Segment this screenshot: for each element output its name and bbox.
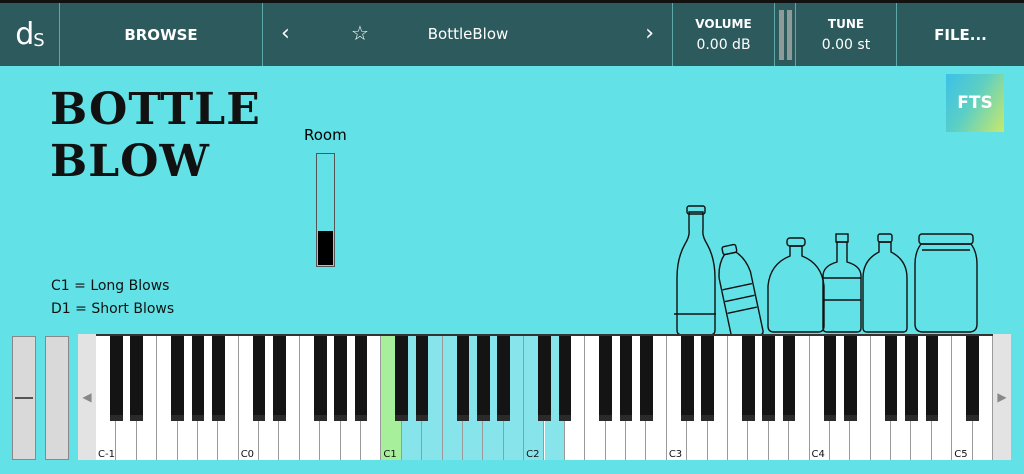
black-key[interactable] [273, 336, 286, 421]
black-key[interactable] [477, 336, 490, 421]
black-key[interactable] [905, 336, 918, 421]
room-slider-fill [318, 231, 333, 265]
black-key[interactable] [843, 336, 857, 421]
room-label: Room [304, 126, 347, 144]
black-key[interactable] [415, 336, 429, 421]
tune-label: TUNE [827, 16, 865, 31]
fts-badge[interactable]: FTS [946, 74, 1004, 132]
black-key[interactable] [211, 336, 225, 421]
volume-control[interactable]: VOLUME 0.00 dB [673, 3, 775, 66]
scroll-left-icon[interactable]: ◀ [78, 334, 96, 460]
logo-sub: S [33, 30, 44, 51]
black-key[interactable] [762, 336, 776, 421]
black-key[interactable] [110, 336, 123, 421]
black-key[interactable] [884, 336, 898, 421]
level-meter [775, 3, 796, 66]
octave-label: C0 [240, 449, 255, 460]
title-line-2: BLOW [50, 136, 210, 187]
black-key[interactable] [313, 336, 327, 421]
octave-label: C3 [668, 449, 683, 460]
black-key[interactable] [925, 336, 939, 421]
tune-value[interactable]: 0.00 st [822, 37, 870, 53]
legend-line-1: C1 = Long Blows [51, 278, 170, 294]
black-key[interactable] [395, 336, 409, 421]
preset-name[interactable]: BottleBlow [263, 25, 673, 43]
instrument-panel: BOTTLE BLOW Room C1 = Long Blows D1 = Sh… [0, 66, 1024, 474]
octave-label: C4 [811, 449, 825, 460]
chevron-right-icon[interactable]: › [645, 21, 654, 46]
key-legend: C1 = Long Blows D1 = Short Blows [51, 275, 174, 321]
keyboard-area: ◀ C-1 C0 C1 C2 C3 C4 C5 ▶ [10, 334, 1024, 462]
browse-label: BROWSE [124, 25, 198, 44]
logo-main: d [15, 17, 34, 52]
preset-selector: ‹ ☆ BottleBlow › [263, 3, 673, 66]
black-key[interactable] [191, 336, 205, 421]
file-menu-button[interactable]: FILE... [897, 3, 1024, 66]
legend-line-2: D1 = Short Blows [51, 301, 175, 317]
file-label: FILE... [934, 25, 987, 44]
black-key[interactable] [558, 336, 572, 421]
black-key[interactable] [782, 336, 796, 421]
octave-label: C-1 [98, 449, 115, 460]
volume-value[interactable]: 0.00 dB [696, 37, 750, 53]
black-key[interactable] [354, 336, 368, 421]
black-key[interactable] [619, 336, 633, 421]
logo[interactable]: dS [0, 3, 60, 66]
top-bar: dS BROWSE ‹ ☆ BottleBlow › VOLUME 0.00 d… [0, 0, 1024, 66]
black-key[interactable] [680, 336, 694, 421]
meter-bar-right [786, 9, 792, 60]
black-key[interactable] [497, 336, 511, 421]
instrument-title: BOTTLE BLOW [50, 84, 261, 188]
fts-badge-label: FTS [957, 93, 993, 113]
volume-label: VOLUME [695, 16, 752, 31]
octave-label: C1 [383, 449, 397, 460]
meter-bar-left [778, 9, 784, 60]
black-key[interactable] [171, 336, 184, 421]
black-key[interactable] [823, 336, 837, 421]
black-key[interactable] [966, 336, 979, 421]
tune-control[interactable]: TUNE 0.00 st [796, 3, 897, 66]
black-key[interactable] [538, 336, 551, 421]
room-slider[interactable] [316, 153, 335, 267]
browse-button[interactable]: BROWSE [60, 3, 263, 66]
octave-label: C5 [954, 449, 968, 460]
black-key[interactable] [456, 336, 470, 421]
pitch-wheel[interactable] [12, 336, 36, 460]
black-key[interactable] [334, 336, 347, 421]
black-key[interactable] [640, 336, 653, 421]
octave-label: C2 [526, 449, 540, 460]
scroll-right-icon[interactable]: ▶ [993, 334, 1011, 460]
mod-wheel[interactable] [45, 336, 69, 460]
black-key[interactable] [701, 336, 714, 421]
bottles-illustration-icon [674, 205, 978, 336]
title-line-1: BOTTLE [50, 84, 261, 135]
black-key[interactable] [252, 336, 266, 421]
black-key[interactable] [742, 336, 755, 421]
black-key[interactable] [599, 336, 612, 421]
black-key[interactable] [130, 336, 144, 421]
piano-keyboard[interactable]: C-1 C0 C1 C2 C3 C4 C5 [96, 334, 993, 460]
